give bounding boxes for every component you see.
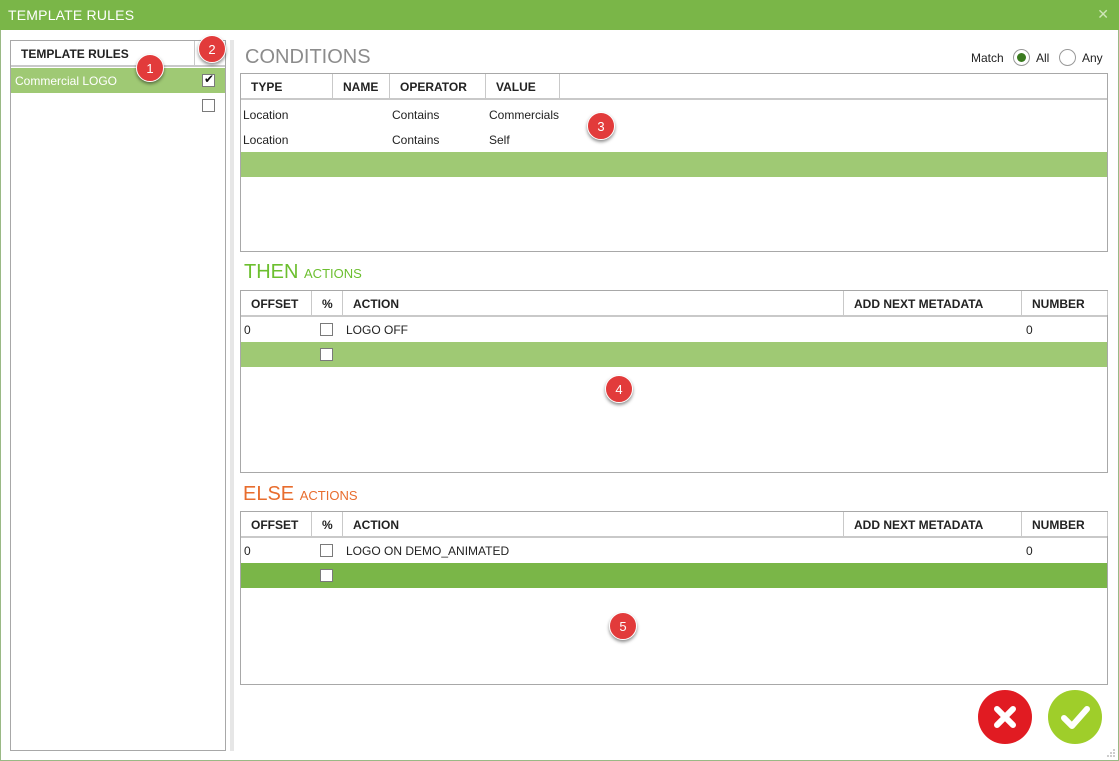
- cell-type: Location: [243, 133, 289, 147]
- then-actions-title: THEN ACTIONS: [244, 261, 362, 284]
- template-rules-header-label: TEMPLATE RULES: [21, 47, 129, 61]
- column-header-number[interactable]: NUMBER: [1022, 291, 1108, 315]
- match-any-label[interactable]: Any: [1082, 51, 1103, 65]
- then-grid-header: OFFSET % ACTION ADD NEXT METADATA NUMBER: [241, 291, 1108, 317]
- close-icon: [994, 706, 1016, 728]
- match-all-radio[interactable]: [1013, 49, 1030, 66]
- table-row[interactable]: Location Contains Commercials: [241, 102, 1107, 127]
- percent-checkbox[interactable]: [320, 569, 333, 582]
- conditions-title: CONDITIONS: [245, 46, 371, 68]
- cell-action: LOGO ON DEMO_ANIMATED: [346, 544, 510, 558]
- then-title: THEN: [244, 261, 299, 283]
- template-rules-header: TEMPLATE RULES: [11, 41, 225, 67]
- column-header-percent[interactable]: %: [312, 512, 343, 536]
- close-icon[interactable]: ✕: [1097, 6, 1109, 23]
- column-header-action[interactable]: ACTION: [343, 291, 844, 315]
- table-row[interactable]: 0 LOGO ON DEMO_ANIMATED 0: [241, 538, 1107, 563]
- percent-checkbox[interactable]: [320, 544, 333, 557]
- window-title: TEMPLATE RULES: [8, 7, 135, 23]
- rule-item-commercial-logo[interactable]: Commercial LOGO: [11, 68, 225, 93]
- column-header-operator[interactable]: OPERATOR: [390, 74, 486, 98]
- cell-type: Location: [243, 108, 289, 122]
- table-row[interactable]: Location Contains Self: [241, 127, 1107, 152]
- ok-button[interactable]: [1048, 690, 1102, 744]
- callout-badge-4: 4: [605, 375, 633, 403]
- template-rules-list: TEMPLATE RULES Commercial LOGO: [10, 40, 226, 751]
- rule-item-label: Commercial LOGO: [15, 74, 118, 88]
- cell-operator: Contains: [392, 108, 440, 122]
- else-actions-grid: OFFSET % ACTION ADD NEXT METADATA NUMBER…: [240, 511, 1108, 685]
- column-header-action[interactable]: ACTION: [343, 512, 844, 536]
- cell-value: Self: [489, 133, 510, 147]
- cancel-button[interactable]: [978, 690, 1032, 744]
- else-subtitle: ACTIONS: [299, 488, 358, 503]
- title-bar: TEMPLATE RULES ✕: [0, 0, 1119, 30]
- cell-number: 0: [1026, 323, 1033, 337]
- column-header-offset[interactable]: OFFSET: [241, 512, 312, 536]
- conditions-grid-header: TYPE NAME OPERATOR VALUE: [241, 74, 1107, 100]
- column-header-number[interactable]: NUMBER: [1022, 512, 1108, 536]
- new-row-placeholder[interactable]: [241, 342, 1107, 367]
- match-label: Match: [971, 51, 1004, 65]
- new-row-placeholder[interactable]: [241, 152, 1107, 177]
- column-header-value[interactable]: VALUE: [486, 74, 560, 98]
- header-separator: [194, 41, 195, 67]
- callout-badge-2: 2: [198, 35, 226, 63]
- cell-action: LOGO OFF: [346, 323, 409, 337]
- else-grid-header: OFFSET % ACTION ADD NEXT METADATA NUMBER: [241, 512, 1108, 538]
- match-all-label[interactable]: All: [1036, 51, 1049, 65]
- column-header-percent[interactable]: %: [312, 291, 343, 315]
- panel-splitter[interactable]: [230, 40, 234, 751]
- then-subtitle: ACTIONS: [304, 266, 362, 281]
- callout-badge-3: 3: [587, 112, 615, 140]
- column-header-add-next-metadata[interactable]: ADD NEXT METADATA: [844, 512, 1022, 536]
- callout-badge-1: 1: [136, 54, 164, 82]
- cell-offset: 0: [244, 544, 251, 558]
- cell-value: Commercials: [489, 108, 560, 122]
- column-header-add-next-metadata[interactable]: ADD NEXT METADATA: [844, 291, 1022, 315]
- column-header-offset[interactable]: OFFSET: [241, 291, 312, 315]
- cell-operator: Contains: [392, 133, 440, 147]
- percent-checkbox[interactable]: [320, 323, 333, 336]
- rule-enabled-checkbox[interactable]: [202, 99, 215, 112]
- cell-number: 0: [1026, 544, 1033, 558]
- rule-enabled-checkbox[interactable]: [202, 72, 215, 87]
- new-row-placeholder[interactable]: [241, 563, 1107, 588]
- percent-checkbox[interactable]: [320, 348, 333, 361]
- cell-offset: 0: [244, 323, 251, 337]
- conditions-grid: TYPE NAME OPERATOR VALUE Location Contai…: [240, 73, 1108, 252]
- else-actions-title: ELSE ACTIONS: [243, 483, 358, 506]
- callout-badge-5: 5: [609, 612, 637, 640]
- column-header-type[interactable]: TYPE: [241, 74, 333, 98]
- match-any-radio[interactable]: [1059, 49, 1076, 66]
- check-icon: [1061, 706, 1090, 729]
- column-header-name[interactable]: NAME: [333, 74, 390, 98]
- rule-item-new[interactable]: [11, 93, 225, 118]
- then-actions-grid: OFFSET % ACTION ADD NEXT METADATA NUMBER…: [240, 290, 1108, 473]
- resize-grip-icon[interactable]: [1106, 748, 1116, 758]
- table-row[interactable]: 0 LOGO OFF 0: [241, 317, 1107, 342]
- else-title: ELSE: [243, 483, 295, 505]
